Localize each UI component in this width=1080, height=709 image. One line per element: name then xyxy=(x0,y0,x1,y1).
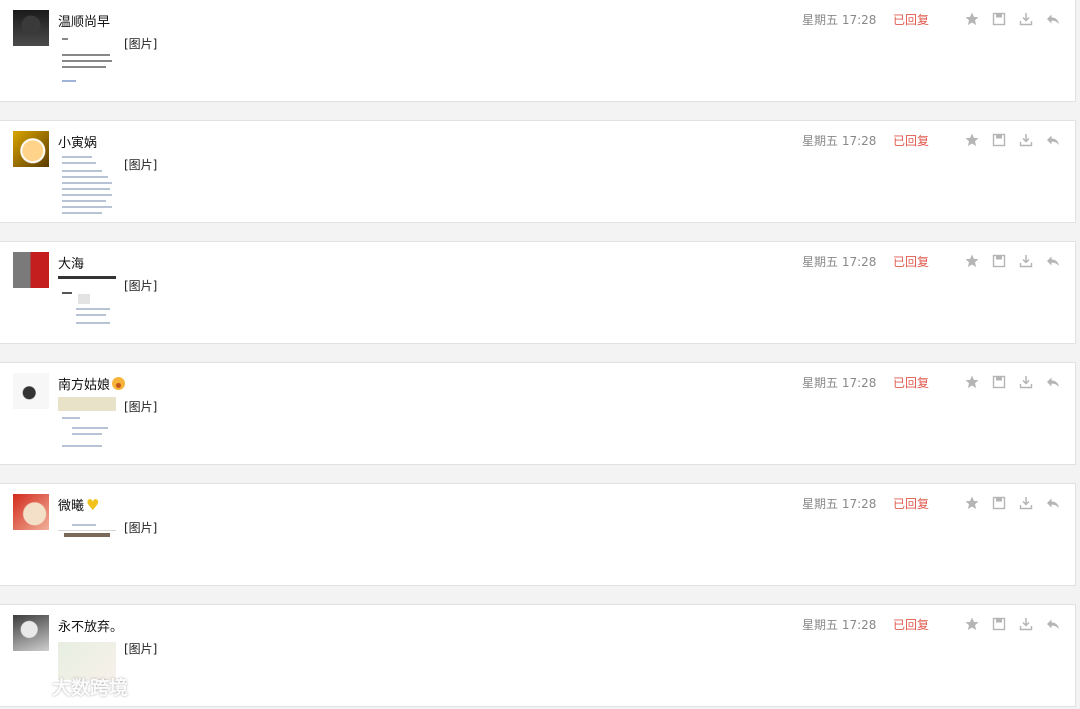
sender-name: 微曦 xyxy=(58,495,100,515)
image-thumbnail[interactable] xyxy=(58,276,116,328)
image-label: [图片] xyxy=(124,279,158,293)
message-row[interactable]: 永不放弃。 [图片] 星期五 17:28 已回复 xyxy=(0,604,1076,707)
star-icon[interactable] xyxy=(964,495,980,511)
star-icon[interactable] xyxy=(964,253,980,269)
download-icon[interactable] xyxy=(1018,374,1034,390)
download-icon[interactable] xyxy=(1018,253,1034,269)
sender-name: 小寅娲 xyxy=(58,136,98,151)
message-row[interactable]: 微曦 [图片] 星期五 17:28 已回复 xyxy=(0,483,1076,586)
image-label: [图片] xyxy=(124,158,158,172)
save-icon[interactable] xyxy=(991,253,1007,269)
image-thumbnail[interactable] xyxy=(58,397,116,455)
save-icon[interactable] xyxy=(991,495,1007,511)
message-time: 星期五 17:28 xyxy=(802,13,877,27)
reply-icon[interactable] xyxy=(1045,495,1061,511)
yellow-heart-emoji-icon xyxy=(86,496,100,514)
reply-icon[interactable] xyxy=(1045,11,1061,27)
download-icon[interactable] xyxy=(1018,616,1034,632)
avatar[interactable] xyxy=(13,615,49,651)
reply-icon[interactable] xyxy=(1045,132,1061,148)
replied-status: 已回复 xyxy=(893,376,930,390)
save-icon[interactable] xyxy=(991,374,1007,390)
save-icon[interactable] xyxy=(991,616,1007,632)
smile-emoji-icon xyxy=(112,377,126,390)
sender-name: 温顺尚早 xyxy=(58,15,111,30)
avatar[interactable] xyxy=(13,10,49,46)
star-icon[interactable] xyxy=(964,616,980,632)
avatar[interactable] xyxy=(13,494,49,530)
star-icon[interactable] xyxy=(964,374,980,390)
download-icon[interactable] xyxy=(1018,132,1034,148)
replied-status: 已回复 xyxy=(893,255,930,269)
message-time: 星期五 17:28 xyxy=(802,134,877,148)
image-thumbnail[interactable] xyxy=(58,521,116,539)
reply-icon[interactable] xyxy=(1045,253,1061,269)
replied-status: 已回复 xyxy=(893,13,930,27)
image-label: [图片] xyxy=(124,642,158,656)
avatar[interactable] xyxy=(13,252,49,288)
save-icon[interactable] xyxy=(991,11,1007,27)
replied-status: 已回复 xyxy=(893,497,930,511)
download-icon[interactable] xyxy=(1018,11,1034,27)
image-thumbnail[interactable] xyxy=(58,34,116,86)
logo-icon xyxy=(8,672,46,700)
image-label: [图片] xyxy=(124,521,158,535)
sender-name: 南方姑娘 xyxy=(58,374,126,393)
save-icon[interactable] xyxy=(991,132,1007,148)
message-row[interactable]: 南方姑娘 [图片] 星期五 17:28 已回复 xyxy=(0,362,1076,465)
avatar[interactable] xyxy=(13,131,49,167)
image-label: [图片] xyxy=(124,400,158,414)
sender-name: 大海 xyxy=(58,257,85,272)
message-row[interactable]: 小寅娲 [图片] 星期五 17:28 已回复 xyxy=(0,120,1076,223)
message-time: 星期五 17:28 xyxy=(802,255,877,269)
message-row[interactable]: 温顺尚早 [图片] 星期五 17:28 已回复 xyxy=(0,0,1076,102)
star-icon[interactable] xyxy=(964,132,980,148)
image-label: [图片] xyxy=(124,37,158,51)
download-icon[interactable] xyxy=(1018,495,1034,511)
image-thumbnail[interactable] xyxy=(58,154,116,216)
watermark: 大数跨境 xyxy=(8,672,128,700)
replied-status: 已回复 xyxy=(893,618,930,632)
star-icon[interactable] xyxy=(964,11,980,27)
reply-icon[interactable] xyxy=(1045,616,1061,632)
reply-icon[interactable] xyxy=(1045,374,1061,390)
message-row[interactable]: 大海 [图片] 星期五 17:28 已回复 xyxy=(0,241,1076,344)
replied-status: 已回复 xyxy=(893,134,930,148)
message-time: 星期五 17:28 xyxy=(802,497,877,511)
avatar[interactable] xyxy=(13,373,49,409)
watermark-text: 大数跨境 xyxy=(52,676,129,699)
message-time: 星期五 17:28 xyxy=(802,618,877,632)
message-time: 星期五 17:28 xyxy=(802,376,877,390)
sender-name: 永不放弃。 xyxy=(58,620,124,635)
